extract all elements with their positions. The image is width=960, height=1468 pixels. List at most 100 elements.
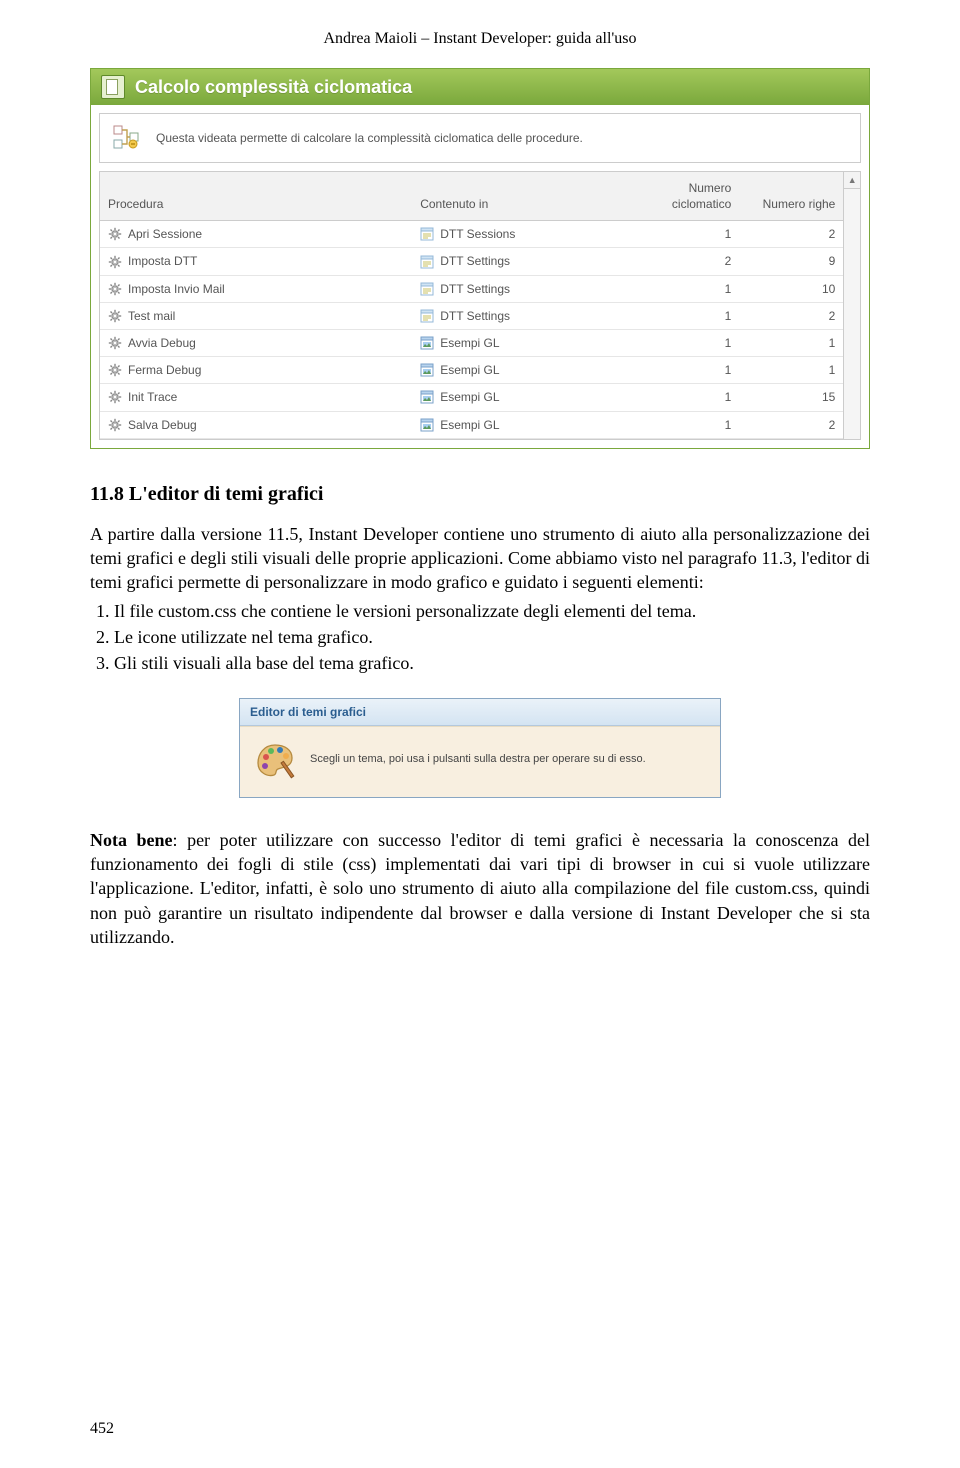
table-row[interactable]: Test mail DTT Settings 12 xyxy=(100,302,843,329)
gear-icon xyxy=(108,390,122,404)
form-icon xyxy=(420,255,434,269)
gear-icon xyxy=(108,418,122,432)
table-row[interactable]: Apri Sessione DTT Sessions 12 xyxy=(100,221,843,248)
table-row[interactable]: Ferma DebugEsempi GL11 xyxy=(100,357,843,384)
vertical-scrollbar[interactable]: ▲ xyxy=(843,172,860,439)
table-row[interactable]: Init Trace Esempi GL 115 xyxy=(100,384,843,411)
gear-icon xyxy=(108,309,122,323)
procedura-label: Test mail xyxy=(128,308,175,324)
procedura-label: Apri Sessione xyxy=(128,226,202,242)
running-header: Andrea Maioli – Instant Developer: guida… xyxy=(90,28,870,50)
nota-bene-label: Nota bene xyxy=(90,830,173,850)
tree-icon xyxy=(112,124,144,152)
cell-numero-righe: 15 xyxy=(739,384,843,411)
cell-numero-righe: 10 xyxy=(739,275,843,302)
cell-contenuto: Esempi GL xyxy=(412,411,635,438)
app-icon xyxy=(420,390,434,404)
cell-contenuto: DTT Settings xyxy=(412,275,635,302)
gear-icon xyxy=(108,282,122,296)
window-icon xyxy=(101,75,125,99)
procedura-label: Avvia Debug xyxy=(128,335,196,351)
cell-numero-ciclomatico: 1 xyxy=(635,221,739,248)
contenuto-label: Esempi GL xyxy=(440,362,499,378)
scroll-up-button[interactable]: ▲ xyxy=(844,172,860,189)
cell-numero-righe: 2 xyxy=(739,302,843,329)
nota-bene-paragraph: Nota bene: per poter utilizzare con succ… xyxy=(90,828,870,949)
nota-bene-body: : per poter utilizzare con successo l'ed… xyxy=(90,830,870,947)
form-icon xyxy=(420,309,434,323)
cell-contenuto: Esempi GL xyxy=(412,384,635,411)
cell-procedura: Salva Debug xyxy=(100,411,412,438)
procedura-label: Ferma Debug xyxy=(128,362,201,378)
procedura-label: Init Trace xyxy=(128,389,177,405)
palette-icon xyxy=(254,739,296,781)
gear-icon xyxy=(108,255,122,269)
cell-procedura: Init Trace xyxy=(100,384,412,411)
list-item: Il file custom.css che contiene le versi… xyxy=(114,599,870,623)
gear-icon xyxy=(108,363,122,377)
cell-numero-righe: 2 xyxy=(739,221,843,248)
procedura-label: Imposta Invio Mail xyxy=(128,281,225,297)
cyclomatic-complexity-window: Calcolo complessità ciclomatica Questa v… xyxy=(90,68,870,449)
description-panel: Questa videata permette di calcolare la … xyxy=(99,113,861,163)
description-text: Questa videata permette di calcolare la … xyxy=(156,130,583,146)
window-title: Calcolo complessità ciclomatica xyxy=(135,75,412,99)
window-titlebar: Calcolo complessità ciclomatica xyxy=(91,69,869,105)
gear-icon xyxy=(108,227,122,241)
cell-contenuto: DTT Sessions xyxy=(412,221,635,248)
cell-procedura: Test mail xyxy=(100,302,412,329)
col-numero-ciclomatico[interactable]: Numero ciclomatico xyxy=(635,172,739,221)
procedura-label: Salva Debug xyxy=(128,417,197,433)
cell-numero-righe: 1 xyxy=(739,330,843,357)
cell-numero-ciclomatico: 1 xyxy=(635,411,739,438)
cell-procedura: Imposta Invio Mail xyxy=(100,275,412,302)
cell-numero-ciclomatico: 1 xyxy=(635,275,739,302)
cell-contenuto: Esempi GL xyxy=(412,357,635,384)
cell-procedura: Avvia Debug xyxy=(100,330,412,357)
app-icon xyxy=(420,418,434,432)
theme-editor-title: Editor di temi grafici xyxy=(240,699,720,726)
cell-contenuto: DTT Settings xyxy=(412,248,635,275)
contenuto-label: Esempi GL xyxy=(440,417,499,433)
list-item: Gli stili visuali alla base del tema gra… xyxy=(114,651,870,675)
form-icon xyxy=(420,227,434,241)
cell-procedura: Imposta DTT xyxy=(100,248,412,275)
cell-numero-righe: 2 xyxy=(739,411,843,438)
data-grid-container: Procedura Contenuto in Numero ciclomatic… xyxy=(99,171,861,440)
contenuto-label: DTT Settings xyxy=(440,308,510,324)
cell-numero-ciclomatico: 1 xyxy=(635,302,739,329)
contenuto-label: DTT Sessions xyxy=(440,226,515,242)
cell-procedura: Apri Sessione xyxy=(100,221,412,248)
theme-editor-body: Scegli un tema, poi usa i pulsanti sulla… xyxy=(240,726,720,797)
table-row[interactable]: Imposta Invio Mail DTT Settings 110 xyxy=(100,275,843,302)
cell-numero-ciclomatico: 1 xyxy=(635,330,739,357)
numbered-list: Il file custom.css che contiene le versi… xyxy=(90,599,870,676)
cell-contenuto: Esempi GL xyxy=(412,330,635,357)
col-numero-righe[interactable]: Numero righe xyxy=(739,172,843,221)
paragraph-intro: A partire dalla versione 11.5, Instant D… xyxy=(90,522,870,595)
cell-numero-ciclomatico: 2 xyxy=(635,248,739,275)
scroll-track[interactable] xyxy=(844,189,860,439)
col-procedura[interactable]: Procedura xyxy=(100,172,412,221)
form-icon xyxy=(420,282,434,296)
contenuto-label: DTT Settings xyxy=(440,253,510,269)
cell-numero-righe: 9 xyxy=(739,248,843,275)
theme-editor-text: Scegli un tema, poi usa i pulsanti sulla… xyxy=(310,752,646,767)
section-heading: 11.8 L'editor di temi grafici xyxy=(90,481,870,508)
col-contenuto[interactable]: Contenuto in xyxy=(412,172,635,221)
procedura-label: Imposta DTT xyxy=(128,253,197,269)
app-icon xyxy=(420,336,434,350)
cell-procedura: Ferma Debug xyxy=(100,357,412,384)
contenuto-label: Esempi GL xyxy=(440,335,499,351)
contenuto-label: DTT Settings xyxy=(440,281,510,297)
cell-numero-ciclomatico: 1 xyxy=(635,384,739,411)
list-item: Le icone utilizzate nel tema grafico. xyxy=(114,625,870,649)
cell-contenuto: DTT Settings xyxy=(412,302,635,329)
table-row[interactable]: Imposta DTT DTT Settings 29 xyxy=(100,248,843,275)
theme-editor-panel: Editor di temi grafici Scegli un tema, p… xyxy=(239,698,721,798)
contenuto-label: Esempi GL xyxy=(440,389,499,405)
gear-icon xyxy=(108,336,122,350)
cell-numero-ciclomatico: 1 xyxy=(635,357,739,384)
table-row[interactable]: Salva Debug Esempi GL 12 xyxy=(100,411,843,438)
table-row[interactable]: Avvia Debug Esempi GL 11 xyxy=(100,330,843,357)
